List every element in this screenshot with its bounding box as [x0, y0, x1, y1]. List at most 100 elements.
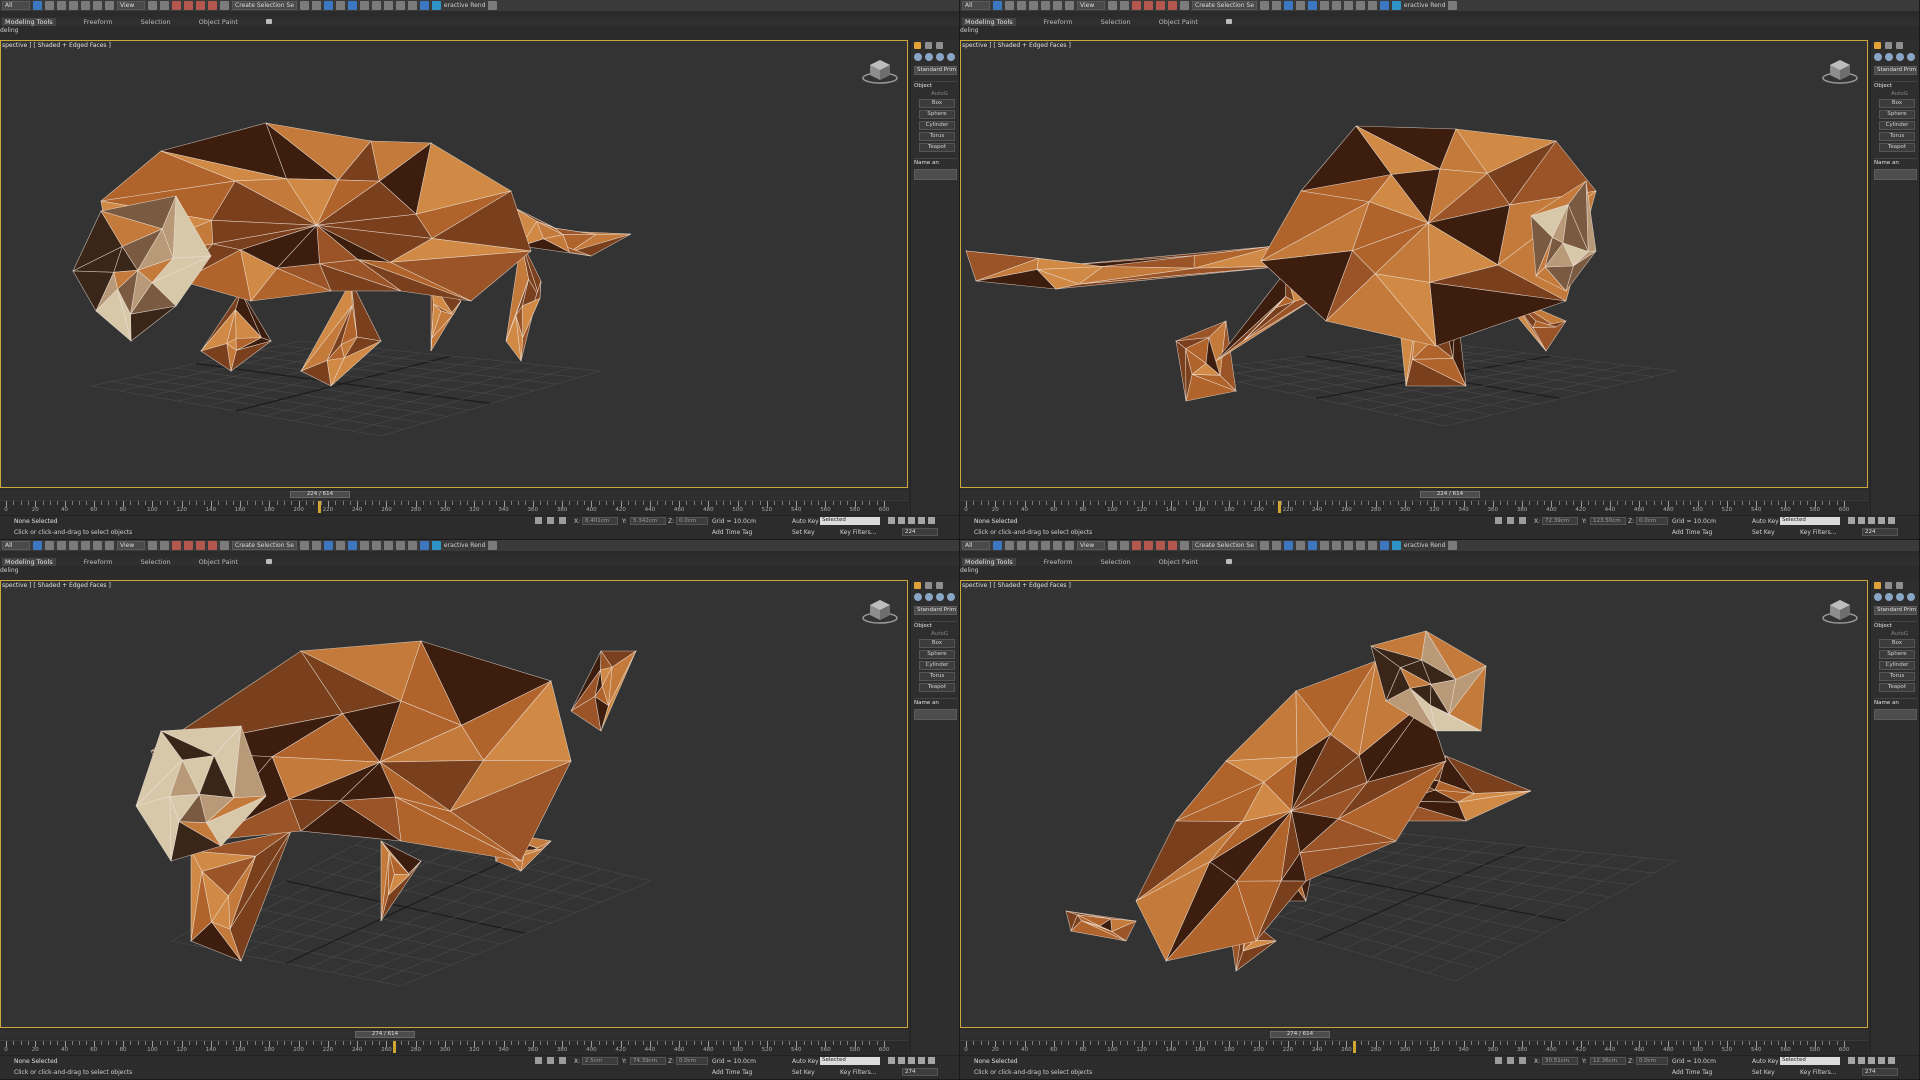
schematic-view-icon[interactable] — [1319, 541, 1329, 550]
isolate-icon[interactable] — [547, 1057, 554, 1064]
tab-selection[interactable]: Selection — [141, 558, 171, 566]
reference-coord-dropdown[interactable]: View — [117, 1, 145, 10]
perspective-viewport[interactable]: spective ] [ Shaded + Edged Faces ] — [0, 580, 908, 1028]
auto-key-button[interactable]: Auto Key — [792, 518, 819, 525]
mirror-icon[interactable] — [299, 541, 309, 550]
select-object-icon[interactable] — [993, 541, 1002, 550]
angle-snap-icon[interactable] — [184, 541, 193, 550]
track-bar[interactable]: 0 20 40 60 80 100 120 140 160 180 200 220 240 260 280 3… — [960, 500, 1868, 514]
ribbon-options-icon[interactable] — [265, 559, 272, 564]
track-bar[interactable]: 0 20 40 60 80 100 120 140 160 180 200 220 240 260 280 3… — [0, 500, 908, 514]
move-icon[interactable] — [1041, 1, 1050, 10]
x-coord-field[interactable]: 8.401cm — [582, 517, 618, 525]
tab-modeling-tools[interactable]: Modeling Tools — [2, 557, 56, 566]
teapot-button[interactable]: Teapot — [1879, 143, 1915, 152]
named-selection-dropdown[interactable]: Create Selection Se — [1192, 541, 1257, 550]
set-key-button[interactable]: Set Key — [1752, 529, 1775, 536]
cylinder-button[interactable]: Cylinder — [919, 661, 955, 670]
key-filters-button[interactable]: Key Filters... — [840, 1069, 877, 1076]
move-icon[interactable] — [81, 541, 90, 550]
isolate-icon[interactable] — [1507, 517, 1514, 524]
shapes-icon[interactable] — [925, 593, 933, 601]
render-options-icon[interactable] — [1448, 1, 1458, 10]
pivot-icon[interactable] — [148, 541, 157, 550]
torus-button[interactable]: Torus — [1879, 672, 1915, 681]
hierarchy-tab-icon[interactable] — [936, 42, 943, 49]
render-production-icon[interactable] — [419, 1, 429, 10]
key-filters-button[interactable]: Key Filters... — [840, 529, 877, 536]
window-crossing-icon[interactable] — [1029, 1, 1038, 10]
object-type-rollout[interactable]: Object — [1874, 81, 1917, 89]
select-by-name-icon[interactable] — [45, 541, 54, 550]
current-frame-field[interactable]: 274 — [1862, 1068, 1898, 1076]
time-cursor[interactable] — [393, 1041, 396, 1053]
rotate-icon[interactable] — [93, 1, 102, 10]
absolute-mode-icon[interactable] — [1519, 517, 1526, 524]
teapot-button[interactable]: Teapot — [919, 143, 955, 152]
sphere-button[interactable]: Sphere — [1879, 650, 1915, 659]
manipulate-icon[interactable] — [160, 1, 169, 10]
named-selection-dropdown[interactable]: Create Selection Se — [232, 541, 297, 550]
align-icon[interactable] — [311, 541, 321, 550]
pivot-icon[interactable] — [1108, 1, 1117, 10]
time-cursor[interactable] — [1353, 1041, 1356, 1053]
render-setup-icon[interactable] — [1343, 1, 1353, 10]
select-object-icon[interactable] — [33, 1, 42, 10]
toggle-ribbon-icon[interactable] — [335, 541, 345, 550]
z-coord-field[interactable]: 0.0cm — [676, 1057, 708, 1065]
lights-icon[interactable] — [936, 593, 944, 601]
tab-selection[interactable]: Selection — [141, 18, 171, 26]
rect-select-icon[interactable] — [1017, 541, 1026, 550]
lights-icon[interactable] — [1896, 593, 1904, 601]
select-object-icon[interactable] — [993, 1, 1002, 10]
play-icon[interactable] — [1868, 1057, 1875, 1064]
cylinder-button[interactable]: Cylinder — [1879, 661, 1915, 670]
tab-modeling-tools[interactable]: Modeling Tools — [962, 17, 1016, 26]
name-color-rollout[interactable]: Name an — [1874, 698, 1917, 706]
viewcube-icon[interactable] — [1821, 595, 1859, 625]
toggle-ribbon-icon[interactable] — [1295, 1, 1305, 10]
teapot-button[interactable]: Teapot — [919, 683, 955, 692]
move-icon[interactable] — [1041, 541, 1050, 550]
time-cursor[interactable] — [318, 501, 321, 513]
key-filters-button[interactable]: Key Filters... — [1800, 529, 1837, 536]
teapot-button[interactable]: Teapot — [1879, 683, 1915, 692]
render-setup-icon[interactable] — [383, 1, 393, 10]
goto-end-icon[interactable] — [1888, 517, 1895, 524]
render-icon[interactable] — [1367, 541, 1377, 550]
y-coord-field[interactable]: 5.342cm — [630, 517, 666, 525]
snap-icon[interactable] — [172, 541, 181, 550]
layer-explorer-icon[interactable] — [1283, 1, 1293, 10]
key-mode-dropdown[interactable]: Selected — [820, 517, 880, 525]
time-slider-track[interactable]: 224 / 614 — [960, 490, 1868, 499]
named-selection-dropdown[interactable]: Create Selection Se — [1192, 1, 1257, 10]
sphere-button[interactable]: Sphere — [1879, 110, 1915, 119]
torus-button[interactable]: Torus — [1879, 132, 1915, 141]
time-cursor[interactable] — [1278, 501, 1281, 513]
ribbon-options-icon[interactable] — [265, 19, 272, 24]
x-coord-field[interactable]: 30.51cm — [1542, 1057, 1578, 1065]
render-setup-icon[interactable] — [383, 541, 393, 550]
select-object-icon[interactable] — [33, 541, 42, 550]
time-slider[interactable]: 274 / 614 — [1270, 1031, 1330, 1038]
y-coord-field[interactable]: 12.36cm — [1590, 1057, 1626, 1065]
sphere-button[interactable]: Sphere — [919, 650, 955, 659]
box-button[interactable]: Box — [919, 639, 955, 648]
object-name-field[interactable] — [1874, 169, 1917, 180]
geometry-icon[interactable] — [1874, 53, 1882, 61]
cameras-icon[interactable] — [1907, 53, 1915, 61]
object-name-field[interactable] — [914, 709, 957, 720]
key-mode-dropdown[interactable]: Selected — [1780, 1057, 1840, 1065]
rendered-frame-icon[interactable] — [395, 1, 405, 10]
interactive-render-icon[interactable] — [1391, 541, 1401, 550]
goto-start-icon[interactable] — [1848, 1057, 1855, 1064]
curve-editor-icon[interactable] — [1307, 541, 1317, 550]
add-time-tag[interactable]: Add Time Tag — [1672, 529, 1712, 536]
hierarchy-tab-icon[interactable] — [936, 582, 943, 589]
goto-start-icon[interactable] — [1848, 517, 1855, 524]
modify-tab-icon[interactable] — [925, 42, 932, 49]
current-frame-field[interactable]: 224 — [1862, 528, 1898, 536]
autogrid-checkbox[interactable]: AutoG — [931, 631, 957, 637]
layer-explorer-icon[interactable] — [1283, 541, 1293, 550]
autogrid-checkbox[interactable]: AutoG — [1891, 91, 1917, 97]
